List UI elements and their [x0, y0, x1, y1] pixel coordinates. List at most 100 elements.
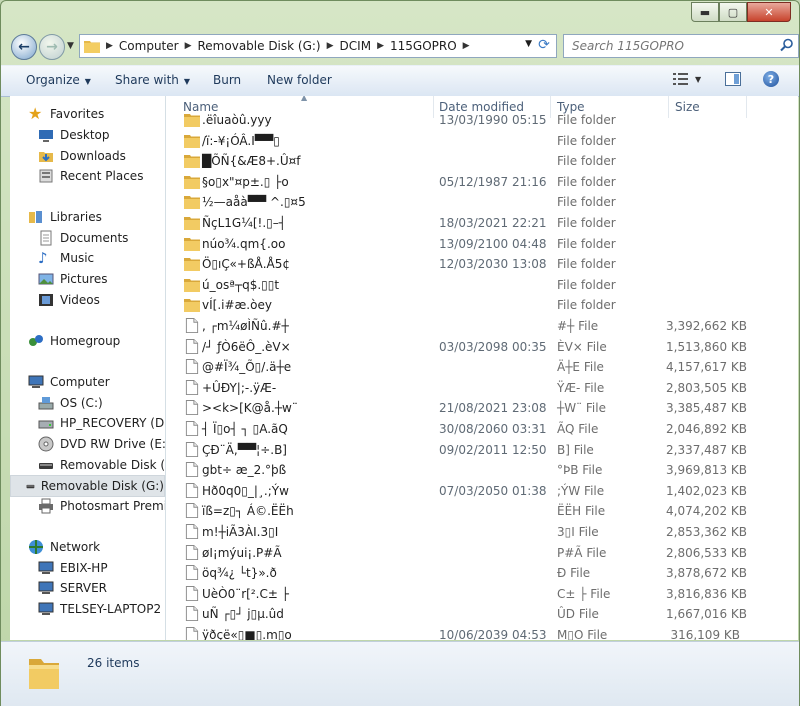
folder-icon	[184, 217, 200, 230]
explorer-window: ▬ ▢ ✕ ← → ▼ ▶ Computer ▶ Removable Disk (G…	[0, 0, 800, 706]
file-name: █ÕÑ{&Æ8+.Û¤f	[202, 154, 301, 169]
nav-drive-e[interactable]: DVD RW Drive (E:)	[38, 434, 165, 454]
file-name: Hð0q0▯_|¸.;Ýw	[202, 483, 289, 498]
back-button[interactable]: ←	[11, 34, 37, 60]
nav-network-ebix[interactable]: EBIX-HP	[38, 558, 108, 578]
nav-network[interactable]: Network	[28, 537, 100, 557]
file-size: 3,385,487 KB	[666, 401, 747, 416]
file-row[interactable]: █ÕÑ{&Æ8+.Û¤f File folder	[166, 151, 798, 171]
nav-drive-c[interactable]: OS (C:)	[38, 393, 103, 413]
file-type: Ä┼E File	[557, 360, 604, 375]
nav-music[interactable]: ♪ Music	[38, 248, 94, 268]
file-row[interactable]: vÍ[.i#æ.òey File folder	[166, 295, 798, 315]
file-size: 3,878,672 KB	[666, 566, 747, 581]
file-type: M▯O File	[557, 628, 608, 640]
nav-documents[interactable]: Documents	[38, 228, 128, 248]
file-icon	[185, 606, 199, 622]
breadcrumb-115gopro[interactable]: 115GOPRO	[390, 39, 457, 53]
file-row[interactable]: UèÒ0¨r[².C± ├ C± ├ File 3,816,836 KB	[166, 584, 798, 604]
new-folder-button[interactable]: New folder	[267, 73, 332, 87]
minimize-button[interactable]: ▬	[691, 2, 719, 22]
address-bar[interactable]: ▶ Computer ▶ Removable Disk (G:) ▶ DCIM ▶ 11…	[79, 34, 557, 58]
preview-pane-icon[interactable]	[725, 72, 742, 86]
nav-computer[interactable]: Computer	[28, 372, 110, 392]
file-row[interactable]: ½—aåà▀▀ ^.▯¤5 File folder	[166, 192, 798, 212]
file-row[interactable]: m!┼iÃ3ÀI.3▯I 3▯I File 2,853,362 KB	[166, 522, 798, 542]
nav-downloads[interactable]: Downloads	[38, 146, 126, 166]
file-row[interactable]: ÿðçë«▯■▯.m▯o 10/06/2039 04:53 M▯O File 316,…	[166, 625, 798, 640]
nav-favorites[interactable]: ★ Favorites	[28, 104, 104, 124]
file-row[interactable]: ÑçL1G¼[!.▯–┤ 18/03/2021 22:21 File folder	[166, 213, 798, 233]
file-row[interactable]: ïß=z▯┐ Á©.ËËh ËËH File 4,074,202 KB	[166, 501, 798, 521]
search-box	[563, 34, 799, 58]
search-input[interactable]	[570, 38, 774, 54]
breadcrumb-computer[interactable]: Computer	[119, 39, 179, 53]
file-name: +ÛÐY|;-.ÿÆ-	[202, 380, 277, 395]
nav-libraries[interactable]: Libraries	[28, 207, 102, 227]
file-row[interactable]: ┤ Ï▯o┤ ┐ ▯A.ãQ 30/08/2060 03:31 ÃQ File 2,0…	[166, 419, 798, 439]
help-icon[interactable]: ?	[763, 71, 779, 87]
nav-network-telsey[interactable]: TELSEY-LAPTOP2	[38, 599, 161, 619]
maximize-button[interactable]: ▢	[719, 2, 747, 22]
nav-videos[interactable]: Videos	[38, 290, 100, 310]
file-row[interactable]: ><k>[K@å.┼w¨ 21/08/2021 23:08 ┼W¨ File 3,38…	[166, 398, 798, 418]
nav-recent-places[interactable]: Recent Places	[38, 166, 143, 186]
recent-pages-dropdown-icon[interactable]: ▼	[67, 41, 74, 51]
file-row[interactable]: /┘ ƒÒ6ëÔ_.èV× 03/03/2098 00:35 ÈV× File 1,5…	[166, 337, 798, 357]
file-row[interactable]: Ö▯ıÇ«+ßÅ.Å5¢ 12/03/2030 13:08 File folder	[166, 254, 798, 274]
file-type: File folder	[557, 133, 616, 148]
file-size: 316,109 KB	[670, 628, 740, 640]
breadcrumb-separator-icon[interactable]: ▶	[463, 41, 470, 51]
breadcrumb-dcim[interactable]: DCIM	[340, 39, 372, 53]
close-button[interactable]: ✕	[747, 2, 791, 22]
file-name: Ö▯ıÇ«+ßÅ.Å5¢	[202, 257, 291, 272]
view-dropdown-icon[interactable]: ▼	[695, 75, 701, 84]
organize-button[interactable]: Organize ▼	[26, 73, 91, 87]
file-row[interactable]: Hð0q0▯_|¸.;Ýw 07/03/2050 01:38 ;ÝW File 1,4…	[166, 481, 798, 501]
file-row[interactable]: @#Ï¾_Õ▯/.ä┼e Ä┼E File 4,157,617 KB	[166, 357, 798, 377]
folder-icon	[184, 155, 200, 169]
nav-homegroup[interactable]: Homegroup	[28, 331, 120, 351]
file-size: 1,402,023 KB	[666, 483, 747, 498]
file-row[interactable]: gbt÷ æ_2.°þß °ÞB File 3,969,813 KB	[166, 460, 798, 480]
file-row[interactable]: , ┌m¼øÌÑû.#┼ #┼ File 3,392,662 KB	[166, 316, 798, 336]
refresh-icon[interactable]: ⟳	[534, 36, 554, 54]
burn-button[interactable]: Burn	[213, 73, 241, 87]
file-row[interactable]: §o▯x"¤p±.▯ ├o 05/12/1987 21:16 File folder	[166, 172, 798, 192]
file-row[interactable]: .ëîuaòû.yyy 13/03/1990 05:15 File folder	[166, 110, 798, 130]
file-row[interactable]: uÑ ┌▯┘ j▯µ.ûd ÛD File 1,667,016 KB	[166, 604, 798, 624]
nav-pictures[interactable]: Pictures	[38, 269, 108, 289]
address-dropdown-icon[interactable]: ▼	[525, 39, 532, 49]
file-type: ÛD File	[557, 607, 599, 622]
nav-desktop[interactable]: Desktop	[38, 125, 110, 145]
file-icon	[185, 585, 199, 601]
breadcrumb-separator-icon[interactable]: ▶	[185, 41, 192, 51]
file-row[interactable]: ú_osª┬q$.▯▯t File folder	[166, 275, 798, 295]
file-name: öq¾¿ └t}».ð	[202, 566, 277, 581]
file-row[interactable]: öq¾¿ └t}».ð Ð File 3,878,672 KB	[166, 563, 798, 583]
title-buttons: ▬ ▢ ✕	[691, 2, 791, 22]
nav-photosmart[interactable]: Photosmart Premium	[38, 496, 165, 516]
breadcrumb-separator-icon[interactable]: ▶	[377, 41, 384, 51]
file-row[interactable]: núo¾.qm{.oo 13/09/2100 04:48 File folder	[166, 234, 798, 254]
file-row[interactable]: /ï:-¥¡ÓÂ.I▀▀▯ File folder	[166, 131, 798, 151]
nav-drive-f[interactable]: Removable Disk (F:)	[38, 455, 165, 475]
file-row[interactable]: +ÛÐY|;-.ÿÆ- ŸÆ- File 2,803,505 KB	[166, 378, 798, 398]
file-name: m!┼iÃ3ÀI.3▯I	[202, 525, 279, 539]
breadcrumb-separator-icon[interactable]: ▶	[106, 41, 113, 51]
file-icon	[185, 503, 199, 519]
nav-drive-d[interactable]: HP_RECOVERY (D:)	[38, 413, 165, 433]
share-with-button[interactable]: Share with ▼	[115, 73, 190, 87]
nav-network-server[interactable]: SERVER	[38, 578, 107, 598]
file-type: °ÞB File	[557, 463, 603, 478]
file-row[interactable]: øI¡mýui¡.P#Ã P#Ã File 2,806,533 KB	[166, 543, 798, 563]
nav-drive-g[interactable]: Removable Disk (G:)	[10, 475, 165, 497]
breadcrumb-removable-disk-g[interactable]: Removable Disk (G:)	[198, 39, 321, 53]
breadcrumb-separator-icon[interactable]: ▶	[327, 41, 334, 51]
file-name: , ┌m¼øÌÑû.#┼	[202, 319, 289, 333]
change-view-icon[interactable]	[673, 73, 689, 85]
search-icon[interactable]	[780, 38, 794, 52]
file-row[interactable]: ÇÐ¨Ä,▀▀¦÷.B] 09/02/2011 12:50 B] File 2,337…	[166, 440, 798, 460]
file-icon	[185, 524, 199, 539]
forward-button[interactable]: →	[39, 34, 65, 60]
